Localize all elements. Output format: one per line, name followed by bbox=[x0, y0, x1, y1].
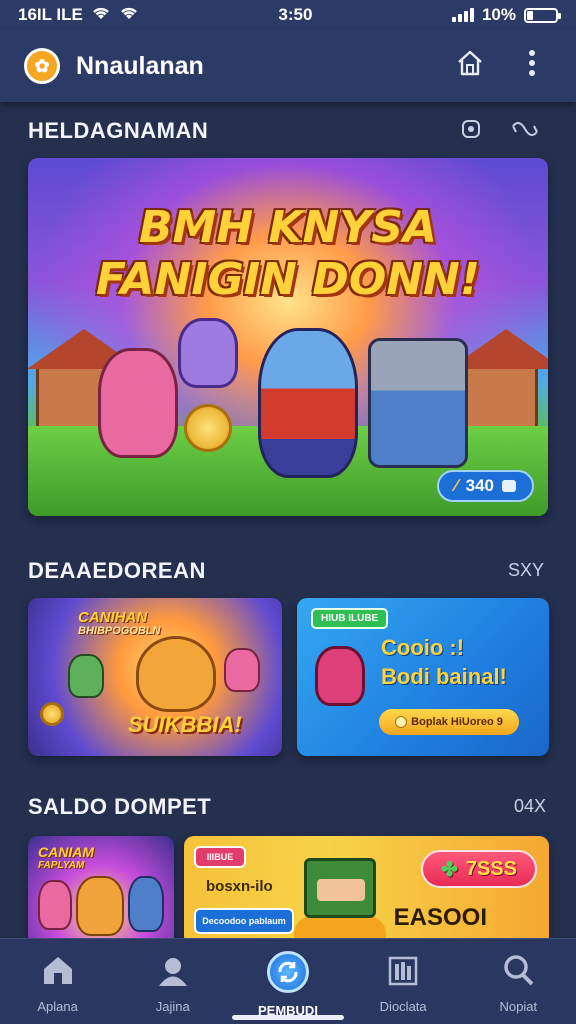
nav-item-profile[interactable]: Jajina bbox=[123, 951, 223, 1014]
coin-icon bbox=[40, 702, 64, 726]
wallet-small-line1: CANIAM bbox=[38, 844, 94, 860]
refresh-icon bbox=[266, 951, 309, 993]
home-indicator bbox=[232, 1015, 344, 1020]
promo-section-aux-text[interactable]: SXY bbox=[508, 560, 544, 581]
promo-left-heading: CANIHAN BHIBPOGOBLN bbox=[78, 610, 161, 637]
promo-left-top-line2: BHIBPOGOBLN bbox=[78, 624, 161, 637]
blue-cat-character bbox=[128, 876, 164, 932]
wifi-icon bbox=[91, 5, 111, 26]
promo-right-line2: Bodi bainal! bbox=[381, 663, 507, 689]
promo-right-tag: HIUB ILUBE bbox=[311, 608, 389, 629]
goblin-character bbox=[68, 654, 104, 698]
status-bar: 16IL ILE 3:50 10% bbox=[0, 0, 576, 30]
more-menu-button[interactable] bbox=[512, 46, 552, 86]
nav-item-stats[interactable]: Dioclata bbox=[353, 951, 453, 1014]
carrier-text: 16IL ILE bbox=[18, 5, 83, 24]
nav-label-home: Aplana bbox=[37, 999, 78, 1014]
nav-item-home[interactable]: Aplana bbox=[8, 951, 108, 1014]
robot-character bbox=[368, 338, 468, 468]
gold-coin-icon bbox=[184, 404, 232, 452]
gold-armor-character bbox=[76, 876, 124, 936]
promo-card-right[interactable]: HIUB ILUBE Cooio :! Bodi bainal! Boplak … bbox=[297, 598, 549, 756]
hero-banner[interactable]: BMH KNYSA FANIGIN DONN! ∕ 340 bbox=[28, 158, 548, 516]
promo-left-bottom-text: SUIKBBIA! bbox=[128, 712, 242, 737]
home-icon bbox=[39, 951, 77, 989]
signal-icon bbox=[451, 8, 474, 22]
wallet-big-label: EASOOI bbox=[393, 904, 487, 931]
hero-title-line-1: BMH KNYSA bbox=[139, 202, 437, 253]
nav-label-search: Nopiat bbox=[499, 999, 538, 1014]
pink-pig-character bbox=[98, 348, 178, 458]
pink-dragon-character bbox=[315, 646, 365, 706]
nav-item-search[interactable]: Nopiat bbox=[468, 951, 568, 1014]
hero-score-value: 340 bbox=[465, 476, 494, 495]
wifi-icon-2 bbox=[119, 5, 139, 26]
status-time: 3:50 bbox=[278, 5, 313, 24]
gem-icon bbox=[502, 480, 516, 492]
pink-hero-character bbox=[38, 880, 72, 930]
promo-left-top-line1: CANIHAN bbox=[78, 609, 148, 626]
wallet-amount-value: 7SSS bbox=[465, 857, 517, 880]
app-bar: ✿ Nnaulanan bbox=[0, 30, 576, 102]
status-left: 16IL ILE bbox=[18, 5, 139, 26]
clover-icon: ✤ bbox=[441, 858, 458, 881]
wallet-card-small[interactable]: CANIAM FAPLYAM bbox=[28, 836, 174, 946]
coin-small-icon bbox=[395, 716, 408, 728]
shield-icon[interactable] bbox=[460, 118, 482, 145]
chart-icon bbox=[384, 951, 422, 989]
home-outline-icon bbox=[455, 48, 485, 85]
home-button[interactable] bbox=[450, 46, 490, 86]
battery-percent: 10% bbox=[481, 5, 516, 24]
nav-label-stats: Dioclata bbox=[379, 999, 427, 1014]
fox-character bbox=[136, 636, 216, 712]
wallet-big-text: bosxn-ilo bbox=[206, 878, 273, 895]
promo-right-line1: Cooio :! bbox=[381, 635, 465, 660]
purple-creature-character bbox=[178, 318, 238, 388]
hero-section-controls bbox=[460, 118, 540, 145]
wallet-small-heading: CANIAM FAPLYAM bbox=[38, 844, 94, 871]
promo-section-title: DEAAEDOREAN bbox=[28, 558, 206, 583]
hero-score-badge[interactable]: ∕ 340 bbox=[436, 470, 534, 502]
search-icon bbox=[499, 951, 537, 989]
wallet-section-aux[interactable]: 04X bbox=[514, 796, 546, 817]
hero-section-title: HELDAGNAMAN bbox=[28, 118, 209, 143]
app-title: Nnaulanan bbox=[76, 51, 204, 80]
link-icon[interactable] bbox=[510, 118, 540, 145]
wallet-amount-badge[interactable]: ✤ 7SSS bbox=[421, 850, 537, 888]
promo-section-aux[interactable]: SXY bbox=[508, 560, 544, 581]
wallet-section-title: SALDO DOMPET bbox=[28, 794, 212, 819]
user-icon bbox=[154, 951, 192, 989]
nav-label-profile: Jajina bbox=[155, 999, 190, 1014]
wallet-section-aux-text[interactable]: 04X bbox=[514, 796, 546, 817]
battery-icon bbox=[523, 7, 561, 23]
app-logo[interactable]: ✿ bbox=[24, 48, 60, 84]
bottom-navigation: Aplana Jajina PEMBUDI Dioclata Nopiat bbox=[0, 938, 576, 1024]
promo-right-button[interactable]: Boplak HiUoreo 9 bbox=[379, 709, 519, 735]
sword-icon: ∕ bbox=[454, 476, 458, 495]
kebab-menu-icon bbox=[528, 49, 536, 84]
promo-right-heading: Cooio :! Bodi bainal! bbox=[381, 634, 507, 691]
cat-warrior-character bbox=[258, 328, 358, 478]
wallet-big-button[interactable]: Decoodoo pablaum bbox=[194, 908, 294, 934]
promo-card-left[interactable]: CANIHAN BHIBPOGOBLN SUIKBBIA! bbox=[28, 598, 282, 756]
wallet-card-big[interactable]: IIIBUE bosxn-ilo Decoodoo pablaum ✤ 7SSS… bbox=[184, 836, 549, 946]
promo-right-button-label: Boplak HiUoreo 9 bbox=[411, 716, 503, 728]
hero-title-line-2: FANIGIN DONN! bbox=[96, 254, 480, 305]
wallet-big-pill: IIIBUE bbox=[194, 846, 246, 868]
pink-creature-character bbox=[224, 648, 260, 692]
status-right: 10% bbox=[451, 5, 561, 25]
nav-item-center[interactable]: PEMBUDI bbox=[238, 951, 338, 1018]
cube-head-character bbox=[304, 858, 376, 918]
wallet-small-line2: FAPLYAM bbox=[38, 860, 85, 871]
